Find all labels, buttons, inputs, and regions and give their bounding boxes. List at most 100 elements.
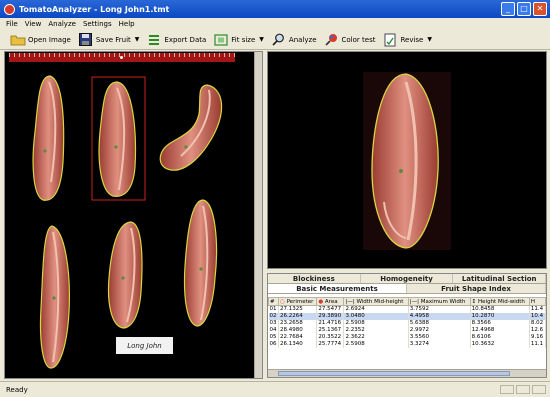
tab-fruit-shape-index[interactable]: Fruit Shape Index: [407, 284, 546, 293]
fit-size-dropdown-arrow-icon[interactable]: ▼: [259, 36, 264, 43]
folder-icon: [10, 33, 26, 47]
app-tomato-icon: [4, 3, 15, 15]
color-test-button[interactable]: Color test: [324, 33, 376, 47]
save-fruit-label: Save Fruit: [95, 35, 131, 44]
table-cell: 02: [268, 312, 279, 320]
table-cell: 4.4958: [408, 312, 471, 320]
menu-settings[interactable]: Settings: [83, 20, 112, 28]
table-cell: 23.2658: [278, 319, 318, 327]
menu-analyze[interactable]: Analyze: [48, 20, 76, 28]
table-row[interactable]: 01 27.1325 27.5477 2.6924 3.7592 10.8458 11.4: [268, 305, 546, 313]
toolbar: Open Image Save Fruit ▼ Export Data Fit …: [0, 30, 550, 50]
menu-file[interactable]: File: [6, 20, 18, 28]
revise-dropdown-arrow-icon[interactable]: ▼: [427, 36, 432, 43]
table-cell: 20.3522: [316, 333, 345, 341]
status-cell: [500, 385, 514, 394]
table-cell: 05: [268, 333, 279, 341]
export-data-label: Export Data: [164, 35, 207, 44]
table-cell: 11.4: [529, 305, 546, 313]
table-row[interactable]: 03 23.2658 21.4716 2.5908 5.6388 8.3566 8.02: [268, 319, 546, 327]
export-data-button[interactable]: Export Data: [146, 33, 206, 47]
zoomed-fruit-image: [363, 72, 451, 250]
table-cell: 2.5908: [343, 319, 409, 327]
area-header-label: Area: [324, 298, 338, 305]
table-row[interactable]: 02 26.2264 29.3890 3.0480 4.4958 10.2870 10.4: [268, 312, 546, 320]
column-header-number[interactable]: #: [268, 297, 279, 306]
table-cell: 29.3890: [316, 312, 345, 320]
maximize-button[interactable]: □: [517, 2, 531, 16]
menu-bar: File View Analyze Settings Help: [0, 18, 550, 30]
table-cell: 12.4968: [470, 326, 530, 334]
column-header-height-mid-width[interactable]: ↕ Height Mid-width: [469, 297, 530, 306]
table-cell: 21.4716: [316, 319, 345, 327]
status-cell: [516, 385, 530, 394]
fit-size-label: Fit size: [231, 35, 256, 44]
minimize-button[interactable]: _: [501, 2, 515, 16]
tab-homogeneity[interactable]: Homogeneity: [361, 274, 454, 283]
zoomed-fruit-slice: [371, 73, 439, 249]
width-mid-height-label: Width Mid-height: [356, 298, 404, 305]
window-title: TomatoAnalyzer - Long John1.tmt: [19, 4, 170, 14]
height-mid-width-label: Height Mid-width: [478, 298, 525, 305]
table-row[interactable]: 05 22.7684 20.3522 2.3622 3.5560 8.6106 9.16: [268, 333, 546, 341]
column-header-width-mid-height[interactable]: |—| Width Mid-height: [343, 297, 409, 306]
revise-label: Revise: [400, 35, 424, 44]
menu-help[interactable]: Help: [119, 20, 135, 28]
menu-view[interactable]: View: [25, 20, 42, 28]
fruit-slice-2: [98, 81, 137, 197]
column-header-maximum-width[interactable]: |—| Maximum Width: [407, 297, 471, 306]
table-header-row: # ○ Perimeter ● Area |—| Width Mid-heigh…: [268, 297, 546, 306]
width-bar-icon: |—|: [345, 298, 355, 305]
open-image-button[interactable]: Open Image: [10, 33, 71, 47]
left-pane-vertical-scrollbar[interactable]: [254, 52, 262, 378]
measurements-table[interactable]: # ○ Perimeter ● Area |—| Width Mid-heigh…: [268, 297, 546, 348]
tab-blockiness[interactable]: Blockiness: [268, 274, 361, 283]
table-horizontal-scrollbar[interactable]: [268, 369, 546, 377]
tab-row-bottom: Basic Measurements Fruit Shape Index: [268, 284, 546, 294]
scrollbar-thumb[interactable]: [278, 371, 510, 376]
color-test-label: Color test: [341, 35, 376, 44]
area-fill-icon: ●: [318, 298, 324, 305]
open-image-label: Open Image: [28, 35, 71, 44]
table-cell: 03: [268, 319, 279, 327]
table-cell: 3.5560: [408, 333, 471, 341]
table-cell: 2.6924: [343, 305, 409, 313]
table-cell: 25.1367: [316, 326, 345, 334]
table-cell: 2.5908: [343, 340, 409, 348]
fruit-slice-6: [183, 199, 218, 327]
fruit-slices-image: [32, 75, 223, 369]
magnifier-icon: [271, 33, 287, 47]
table-row[interactable]: 04 28.4980 25.1367 2.2352 2.9972 12.4968 12.6: [268, 326, 546, 334]
scan-image-pane[interactable]: Long John: [4, 51, 263, 379]
color-brush-icon: [324, 33, 340, 47]
analyze-button[interactable]: Analyze: [271, 33, 317, 47]
floppy-icon: [78, 33, 94, 47]
tab-basic-measurements[interactable]: Basic Measurements: [268, 284, 407, 293]
column-header-perimeter[interactable]: ○ Perimeter: [277, 297, 318, 306]
table-cell: 10.4: [529, 312, 546, 320]
close-button[interactable]: ✕: [533, 2, 547, 16]
maximum-width-label: Maximum Width: [420, 298, 466, 305]
table-cell: 9.16: [529, 333, 546, 341]
table-cell: 26.1340: [278, 340, 318, 348]
revise-button[interactable]: Revise ▼: [382, 33, 432, 47]
zoomed-fruit-pane[interactable]: [267, 51, 547, 269]
fit-size-icon: [213, 33, 229, 47]
column-header-truncated[interactable]: H: [528, 297, 546, 306]
table-row[interactable]: 06 26.1340 25.7774 2.5908 3.3274 10.3632 11.1: [268, 340, 546, 348]
table-cell: 11.1: [529, 340, 546, 348]
max-width-bar-icon: |—|: [409, 298, 419, 305]
save-fruit-button[interactable]: Save Fruit ▼: [78, 33, 140, 47]
table-cell: 12.6: [529, 326, 546, 334]
fruit-slice-1: [32, 75, 65, 201]
fruit-slice-3: [159, 84, 223, 171]
table-cell: 8.3566: [470, 319, 530, 327]
table-cell: 3.3274: [408, 340, 471, 348]
table-cell: 10.3632: [470, 340, 530, 348]
fit-size-button[interactable]: Fit size ▼: [213, 33, 264, 47]
table-cell: 8.02: [529, 319, 546, 327]
column-header-area[interactable]: ● Area: [316, 297, 345, 306]
status-text: Ready: [6, 385, 28, 394]
tab-latitudinal-section[interactable]: Latitudinal Section: [453, 274, 546, 283]
save-dropdown-arrow-icon[interactable]: ▼: [135, 36, 140, 43]
